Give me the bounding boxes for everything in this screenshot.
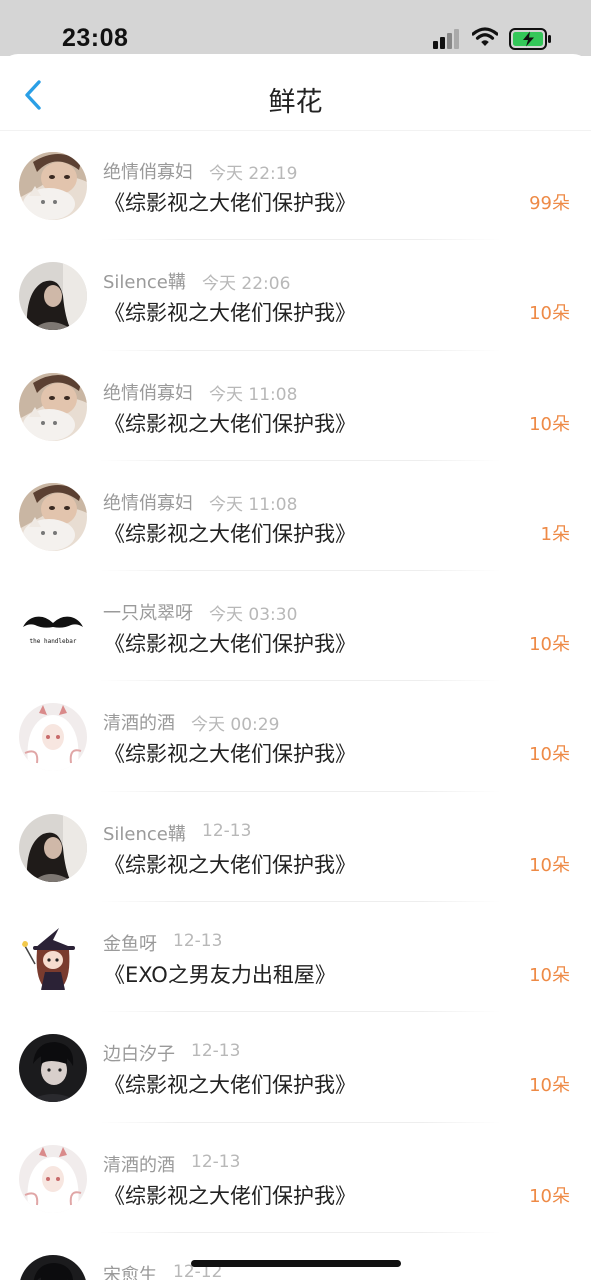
user-avatar[interactable] (19, 1254, 87, 1280)
user-avatar[interactable] (19, 703, 87, 772)
username[interactable]: 金鱼呀 (103, 930, 157, 956)
book-title[interactable]: 《综影视之大佬们保护我》 (104, 518, 356, 548)
book-title[interactable]: 《综影视之大佬们保护我》 (104, 849, 356, 879)
username[interactable]: 清酒的酒 (103, 709, 175, 735)
book-title[interactable]: 《EXO之男友力出租屋》 (104, 959, 336, 989)
record-time: 今天 22:19 (209, 164, 298, 184)
flower-count: 10朵 (529, 854, 570, 876)
flower-count: 10朵 (529, 413, 570, 435)
user-avatar[interactable]: the handlebar (19, 593, 87, 662)
cellular-signal-icon (433, 29, 459, 49)
username[interactable]: 绝情俏寡妇 (103, 489, 193, 515)
username[interactable]: Silence鞲 (103, 268, 186, 294)
record-time: 今天 03:30 (209, 605, 298, 626)
user-avatar[interactable] (19, 482, 87, 551)
flower-record-row[interactable]: 绝情俏寡妇 今天 22:19 《综影视之大佬们保护我》 99朵 (0, 130, 591, 241)
record-time: 今天 11:08 (209, 384, 298, 405)
book-title[interactable]: 《综影视之大佬们保护我》 (104, 628, 356, 658)
record-time: 12-13 (191, 1151, 241, 1172)
flower-count: 10朵 (529, 303, 570, 325)
flower-record-row[interactable]: the handlebar 一只岚翠呀 今天 03:30 《综影视之大佬们保护我》 10… (0, 571, 591, 682)
record-time: 12-13 (202, 820, 252, 841)
wifi-icon (472, 27, 498, 46)
username[interactable]: 宋愈生 (103, 1261, 157, 1280)
record-time: 12-13 (173, 931, 223, 952)
record-time: 12-13 (191, 1041, 241, 1062)
user-avatar[interactable] (19, 924, 87, 993)
username[interactable]: 边白汐子 (103, 1040, 175, 1066)
nav-bar: 鲜花 (0, 54, 591, 132)
flower-record-row[interactable]: 清酒的酒 今天 00:29 《综影视之大佬们保护我》 10朵 (0, 681, 591, 793)
home-indicator[interactable] (191, 1260, 401, 1267)
flower-record-row[interactable]: 金鱼呀 12-13 《EXO之男友力出租屋》 10朵 (0, 902, 591, 1013)
page-title: 鲜花 (268, 87, 323, 118)
battery-charging-icon (509, 28, 551, 50)
username[interactable]: 清酒的酒 (103, 1151, 175, 1177)
flower-record-row[interactable]: Silence鞲 12-13 《综影视之大佬们保护我》 10朵 (0, 792, 591, 903)
username[interactable]: 一只岚翠呀 (103, 599, 193, 625)
book-title[interactable]: 《综影视之大佬们保护我》 (104, 1069, 356, 1099)
avatar-caption: the handlebar (30, 638, 77, 645)
flower-count: 10朵 (529, 1075, 570, 1097)
user-avatar[interactable] (19, 372, 87, 441)
username[interactable]: 绝情俏寡妇 (103, 379, 193, 405)
book-title[interactable]: 《综影视之大佬们保护我》 (104, 1180, 356, 1210)
screen: 23:08 鲜花 绝情俏寡妇 今天 22:19 《综影视之大佬们保护我》 99朵 Sil (0, 0, 591, 1280)
flower-count: 1朵 (540, 523, 570, 545)
status-time: 23:08 (62, 24, 129, 52)
user-avatar[interactable] (19, 262, 87, 331)
user-avatar[interactable] (19, 152, 87, 220)
book-title[interactable]: 《综影视之大佬们保护我》 (104, 187, 356, 217)
username[interactable]: Silence鞲 (103, 820, 186, 846)
record-time: 今天 00:29 (191, 715, 280, 736)
flower-record-list: 绝情俏寡妇 今天 22:19 《综影视之大佬们保护我》 99朵 Silence鞲 今天 2… (0, 130, 591, 1280)
flower-count: 10朵 (529, 634, 570, 656)
flower-record-row[interactable]: 清酒的酒 12-13 《综影视之大佬们保护我》 10朵 (0, 1123, 591, 1234)
flower-record-row[interactable]: Silence鞲 今天 22:06 《综影视之大佬们保护我》 10朵 (0, 240, 591, 351)
flower-count: 10朵 (529, 1185, 570, 1207)
flower-record-row[interactable]: 绝情俏寡妇 今天 11:08 《综影视之大佬们保护我》 10朵 (0, 351, 591, 462)
record-time: 今天 11:08 (209, 494, 298, 515)
flower-count: 99朵 (529, 193, 570, 214)
flower-count: 10朵 (529, 965, 570, 987)
book-title[interactable]: 《综影视之大佬们保护我》 (104, 408, 356, 438)
book-title[interactable]: 《综影视之大佬们保护我》 (104, 738, 356, 768)
status-bar: 23:08 (0, 0, 591, 56)
record-time: 今天 22:06 (202, 274, 291, 295)
flower-record-row[interactable]: 绝情俏寡妇 今天 11:08 《综影视之大佬们保护我》 1朵 (0, 461, 591, 572)
username[interactable]: 绝情俏寡妇 (103, 158, 193, 184)
flower-count: 10朵 (529, 744, 570, 766)
user-avatar[interactable] (19, 1034, 87, 1103)
user-avatar[interactable] (19, 813, 87, 882)
user-avatar[interactable] (19, 1144, 87, 1213)
flower-record-row[interactable]: 宋愈生 12-12 (0, 1233, 591, 1280)
book-title[interactable]: 《综影视之大佬们保护我》 (104, 297, 356, 327)
flower-record-row[interactable]: 边白汐子 12-13 《综影视之大佬们保护我》 10朵 (0, 1012, 591, 1123)
